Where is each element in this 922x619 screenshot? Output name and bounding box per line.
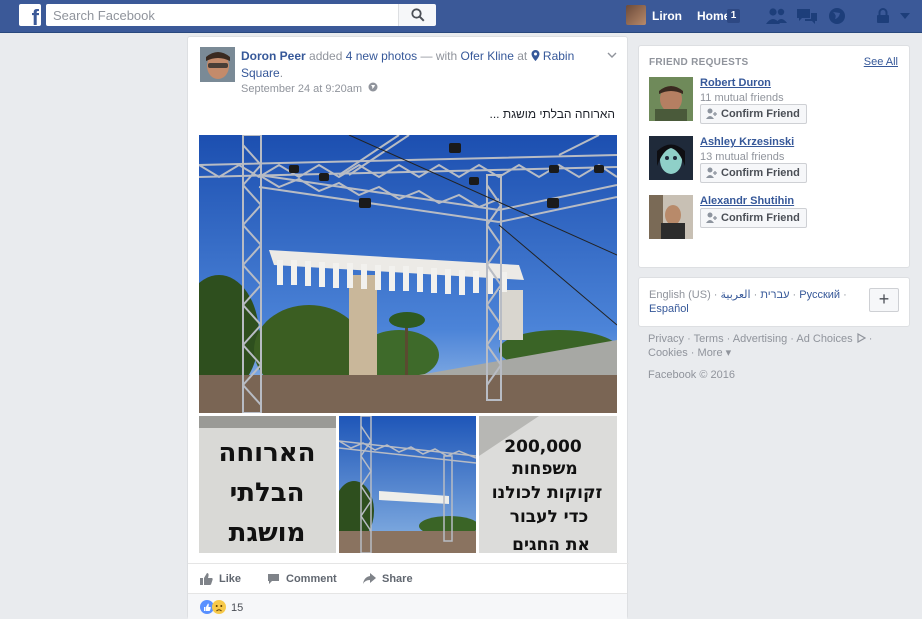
more-link[interactable]: More [698, 347, 723, 359]
post-photo-stage-small[interactable] [339, 416, 476, 553]
friend-avatar[interactable] [649, 77, 693, 121]
notifications-globe-icon[interactable] [826, 6, 848, 26]
at-text: at [517, 49, 528, 63]
friend-name-link[interactable]: Alexandr Shutihin [700, 195, 794, 207]
post-header: Doron Peer added 4 new photos — with Ofe… [241, 48, 591, 82]
feed-post: Doron Peer added 4 new photos — with Ofe… [187, 36, 629, 619]
share-arrow-icon [363, 573, 376, 584]
audience-globe-icon[interactable] [368, 82, 378, 95]
post-text: הארוחה הבלתי מושגת ... [489, 107, 616, 121]
post-photo-main[interactable] [199, 135, 617, 413]
copyright-text: Facebook © 2016 [648, 369, 735, 381]
friend-avatar[interactable] [649, 136, 693, 180]
sign-count: 200,000 [504, 437, 582, 457]
confirm-label[interactable]: Confirm Friend [721, 108, 800, 120]
footer-links: Privacy · Terms · Advertising · Ad Choic… [648, 332, 873, 359]
confirm-friend-button[interactable]: Confirm Friend [700, 104, 807, 124]
post-photo-sign-harucha[interactable]: הארוחה הבלתי מושגת [199, 416, 336, 553]
sad-reaction-icon [212, 600, 226, 614]
comment-button[interactable]: Comment [267, 573, 337, 585]
like-label[interactable]: Like [219, 573, 241, 585]
confirm-label[interactable]: Confirm Friend [721, 167, 800, 179]
language-russian-link[interactable]: Русский [799, 289, 840, 301]
friend-requests-icon[interactable] [766, 6, 788, 26]
friend-requests-panel: FRIEND REQUESTS See All Robert Duron 11 … [638, 45, 910, 268]
tagged-friend-link[interactable]: Ofer Kline [461, 49, 514, 63]
mutual-friends-text[interactable]: 13 mutual friends [700, 151, 784, 163]
sign-line-2: הבלתי [230, 478, 305, 508]
friend-request-item: Robert Duron 11 mutual friends Confirm F… [649, 77, 904, 124]
post-actions-bar: Like Comment Share [188, 563, 629, 593]
sign-line-3: מושגת [229, 518, 306, 548]
search-input[interactable] [46, 4, 398, 26]
friend-name-link[interactable]: Ashley Krzesinski [700, 136, 794, 148]
share-button[interactable]: Share [363, 573, 413, 585]
post-photo-sign-200000[interactable]: 200,000 משפחות זקוקות לכולנו כדי לעבור א… [479, 416, 617, 553]
language-selector-panel: English (US) · עברית · العربية · Русский… [638, 277, 910, 327]
friend-request-item: Ashley Krzesinski 13 mutual friends Conf… [649, 136, 904, 183]
friend-avatar[interactable] [649, 195, 693, 239]
ad-choices-link[interactable]: Ad Choices [796, 333, 852, 345]
profile-link[interactable]: Liron [652, 9, 682, 23]
post-timestamp[interactable]: September 24 at 9:20am [241, 82, 378, 95]
friend-requests-title: FRIEND REQUESTS [649, 57, 749, 68]
timestamp-text[interactable]: September 24 at 9:20am [241, 83, 362, 95]
search-icon [410, 8, 425, 22]
cookies-link[interactable]: Cookies [648, 347, 688, 359]
language-arabic-link[interactable]: العربية [721, 289, 751, 301]
sign-line-1: הארוחה [218, 438, 315, 468]
add-friend-icon [706, 108, 717, 119]
language-spanish-link[interactable]: Español [649, 303, 689, 315]
privacy-link[interactable]: Privacy [648, 333, 684, 345]
current-language: English (US) [649, 289, 711, 301]
privacy-lock-icon[interactable] [872, 6, 894, 26]
with-text: — with [420, 49, 458, 63]
confirm-label[interactable]: Confirm Friend [721, 212, 800, 224]
account-menu-icon[interactable] [894, 6, 916, 26]
more-languages-button[interactable]: + [869, 288, 899, 312]
user-avatar[interactable] [626, 5, 646, 25]
reactions-summary[interactable]: 15 [188, 593, 627, 619]
thumbs-up-icon [200, 573, 213, 585]
photos-link[interactable]: 4 new photos [346, 49, 417, 63]
comment-label[interactable]: Comment [286, 573, 337, 585]
sign-line-d: את החגים [512, 535, 590, 553]
confirm-friend-button[interactable]: Confirm Friend [700, 163, 807, 183]
home-count-badge: 1 [727, 9, 740, 23]
add-friend-icon [706, 212, 717, 223]
sign-line-c: כדי לעבור [510, 507, 589, 527]
comment-icon [268, 574, 279, 584]
location-pin-icon [531, 50, 540, 61]
reaction-count[interactable]: 15 [231, 602, 243, 614]
see-all-link[interactable]: See All [864, 56, 898, 68]
action-text: added [309, 49, 343, 63]
mutual-friends-text[interactable]: 11 mutual friends [700, 92, 784, 104]
language-hebrew-link[interactable]: עברית [760, 289, 789, 301]
advertising-link[interactable]: Advertising [733, 333, 787, 345]
confirm-friend-button[interactable]: Confirm Friend [700, 208, 807, 228]
left-rail [0, 33, 187, 619]
sign-line-b: זקוקות לכולנו [492, 483, 603, 503]
like-button[interactable]: Like [200, 573, 241, 585]
friend-request-item: Alexandr Shutihin Confirm Friend [649, 195, 904, 241]
period-text: . [279, 66, 284, 80]
top-navigation-bar: f Liron Home 1 [0, 0, 922, 33]
sign-line-a: משפחות [512, 459, 578, 479]
search-button[interactable] [398, 4, 436, 26]
friend-name-link[interactable]: Robert Duron [700, 77, 771, 89]
language-list: English (US) · עברית · العربية · Русский… [649, 289, 847, 315]
share-label[interactable]: Share [382, 573, 413, 585]
home-link[interactable]: Home [697, 9, 730, 23]
post-options-chevron-icon[interactable] [607, 47, 617, 61]
facebook-logo-icon[interactable]: f [19, 4, 41, 26]
add-friend-icon [706, 167, 717, 178]
author-avatar[interactable] [200, 47, 235, 82]
terms-link[interactable]: Terms [694, 333, 724, 345]
messages-icon[interactable] [796, 6, 818, 26]
ad-choices-icon[interactable] [856, 332, 866, 344]
author-link[interactable]: Doron Peer [241, 49, 306, 63]
